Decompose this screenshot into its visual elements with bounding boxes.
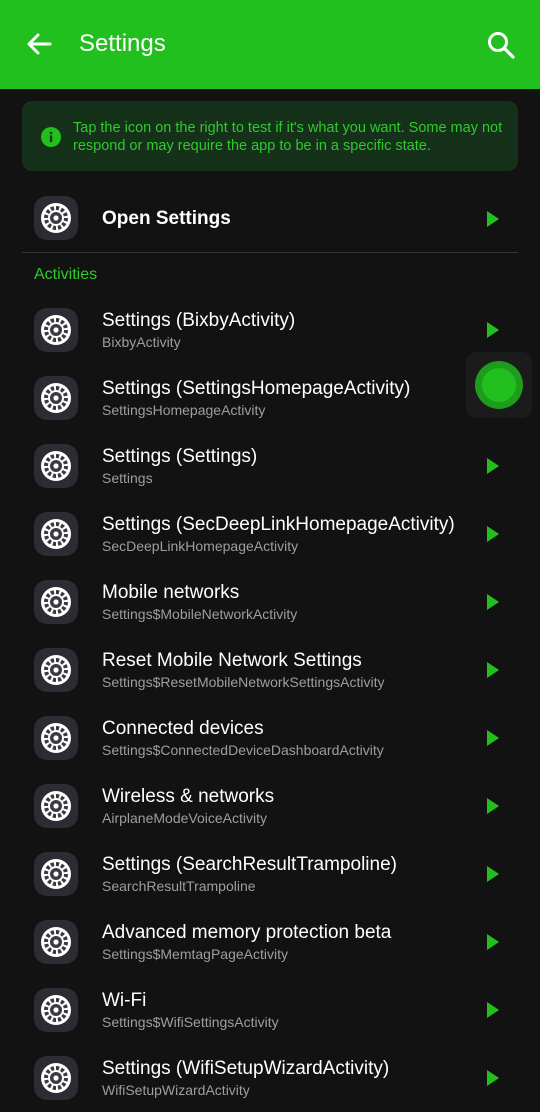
activity-subtitle: SearchResultTrampoline bbox=[102, 878, 256, 894]
activity-row[interactable]: Settings (SecDeepLinkHomepageActivity) S… bbox=[22, 500, 518, 568]
settings-gear-icon bbox=[34, 648, 78, 692]
settings-gear-icon bbox=[34, 784, 78, 828]
activity-subtitle: BixbyActivity bbox=[102, 334, 181, 350]
info-icon bbox=[41, 127, 61, 147]
activity-row[interactable]: Mobile networks Settings$MobileNetworkAc… bbox=[22, 568, 518, 636]
activity-row[interactable]: Connected devices Settings$ConnectedDevi… bbox=[22, 704, 518, 772]
activity-title: Connected devices bbox=[102, 718, 264, 739]
app-bar: Settings bbox=[0, 0, 540, 89]
activity-subtitle: WifiSetupWizardActivity bbox=[102, 1082, 250, 1098]
play-icon[interactable] bbox=[487, 322, 499, 338]
activity-title: Reset Mobile Network Settings bbox=[102, 650, 362, 671]
activity-title: Mobile networks bbox=[102, 582, 240, 603]
settings-gear-icon bbox=[34, 196, 78, 240]
activity-title: Settings (SearchResultTrampoline) bbox=[102, 854, 397, 875]
activity-row[interactable]: Settings (BixbyActivity) BixbyActivity bbox=[22, 296, 518, 364]
activity-subtitle: Settings$MobileNetworkActivity bbox=[102, 606, 298, 622]
settings-gear-icon bbox=[34, 580, 78, 624]
search-icon[interactable] bbox=[485, 29, 517, 61]
play-icon[interactable] bbox=[487, 211, 499, 227]
activity-title: Settings (WifiSetupWizardActivity) bbox=[102, 1058, 390, 1079]
page-title: Settings bbox=[79, 30, 166, 57]
play-icon[interactable] bbox=[487, 730, 499, 746]
play-icon[interactable] bbox=[487, 1070, 499, 1086]
play-icon[interactable] bbox=[487, 1002, 499, 1018]
play-icon[interactable] bbox=[487, 594, 499, 610]
activity-subtitle: Settings$MemtagPageActivity bbox=[102, 946, 288, 962]
activity-title: Settings (Settings) bbox=[102, 446, 258, 467]
open-settings-label: Open Settings bbox=[102, 208, 231, 229]
activity-title: Settings (BixbyActivity) bbox=[102, 310, 296, 331]
activity-row[interactable]: Reset Mobile Network Settings Settings$R… bbox=[22, 636, 518, 704]
settings-gear-icon bbox=[34, 920, 78, 964]
activity-subtitle: Settings$ResetMobileNetworkSettingsActiv… bbox=[102, 674, 385, 690]
settings-gear-icon bbox=[34, 988, 78, 1032]
activity-subtitle: AirplaneModeVoiceActivity bbox=[102, 810, 267, 826]
activity-row[interactable]: Settings (SearchResultTrampoline) Search… bbox=[22, 840, 518, 908]
floating-bubble-button[interactable] bbox=[466, 352, 532, 418]
activity-row[interactable]: Wireless & networks AirplaneModeVoiceAct… bbox=[22, 772, 518, 840]
section-header-activities: Activities bbox=[34, 266, 98, 283]
floating-bubble-icon bbox=[475, 361, 523, 409]
play-icon[interactable] bbox=[487, 458, 499, 474]
settings-gear-icon bbox=[34, 308, 78, 352]
open-settings-row[interactable]: Open Settings bbox=[22, 186, 518, 252]
activity-row[interactable]: Settings (SettingsHomepageActivity) Sett… bbox=[22, 364, 518, 432]
activity-row[interactable]: Settings (Settings) Settings bbox=[22, 432, 518, 500]
settings-gear-icon bbox=[34, 1056, 78, 1100]
settings-gear-icon bbox=[34, 512, 78, 556]
play-icon[interactable] bbox=[487, 526, 499, 542]
info-text: Tap the icon on the right to test if it'… bbox=[73, 120, 503, 154]
arrow-left-icon[interactable] bbox=[24, 29, 54, 59]
activity-title: Settings (SecDeepLinkHomepageActivity) bbox=[102, 514, 455, 535]
settings-gear-icon bbox=[34, 376, 78, 420]
play-icon[interactable] bbox=[487, 934, 499, 950]
divider bbox=[22, 252, 518, 253]
activity-title: Wi-Fi bbox=[102, 990, 147, 1011]
settings-gear-icon bbox=[34, 444, 78, 488]
activity-subtitle: SettingsHomepageActivity bbox=[102, 402, 266, 418]
activity-subtitle: SecDeepLinkHomepageActivity bbox=[102, 538, 299, 554]
activity-subtitle: Settings bbox=[102, 470, 153, 486]
settings-gear-icon bbox=[34, 852, 78, 896]
floating-bubble-core bbox=[482, 368, 516, 402]
activities-list: Settings (BixbyActivity) BixbyActivity S… bbox=[22, 296, 518, 1112]
activity-row[interactable]: Settings (WifiSetupWizardActivity) WifiS… bbox=[22, 1044, 518, 1112]
activity-row[interactable]: Advanced memory protection beta Settings… bbox=[22, 908, 518, 976]
activity-subtitle: Settings$ConnectedDeviceDashboardActivit… bbox=[102, 742, 384, 758]
info-banner: Tap the icon on the right to test if it'… bbox=[22, 101, 518, 171]
activity-title: Settings (SettingsHomepageActivity) bbox=[102, 378, 411, 399]
activity-subtitle: Settings$WifiSettingsActivity bbox=[102, 1014, 279, 1030]
activity-title: Wireless & networks bbox=[102, 786, 275, 807]
play-icon[interactable] bbox=[487, 798, 499, 814]
activity-title: Advanced memory protection beta bbox=[102, 922, 392, 943]
play-icon[interactable] bbox=[487, 866, 499, 882]
activity-row[interactable]: Wi-Fi Settings$WifiSettingsActivity bbox=[22, 976, 518, 1044]
play-icon[interactable] bbox=[487, 662, 499, 678]
settings-gear-icon bbox=[34, 716, 78, 760]
